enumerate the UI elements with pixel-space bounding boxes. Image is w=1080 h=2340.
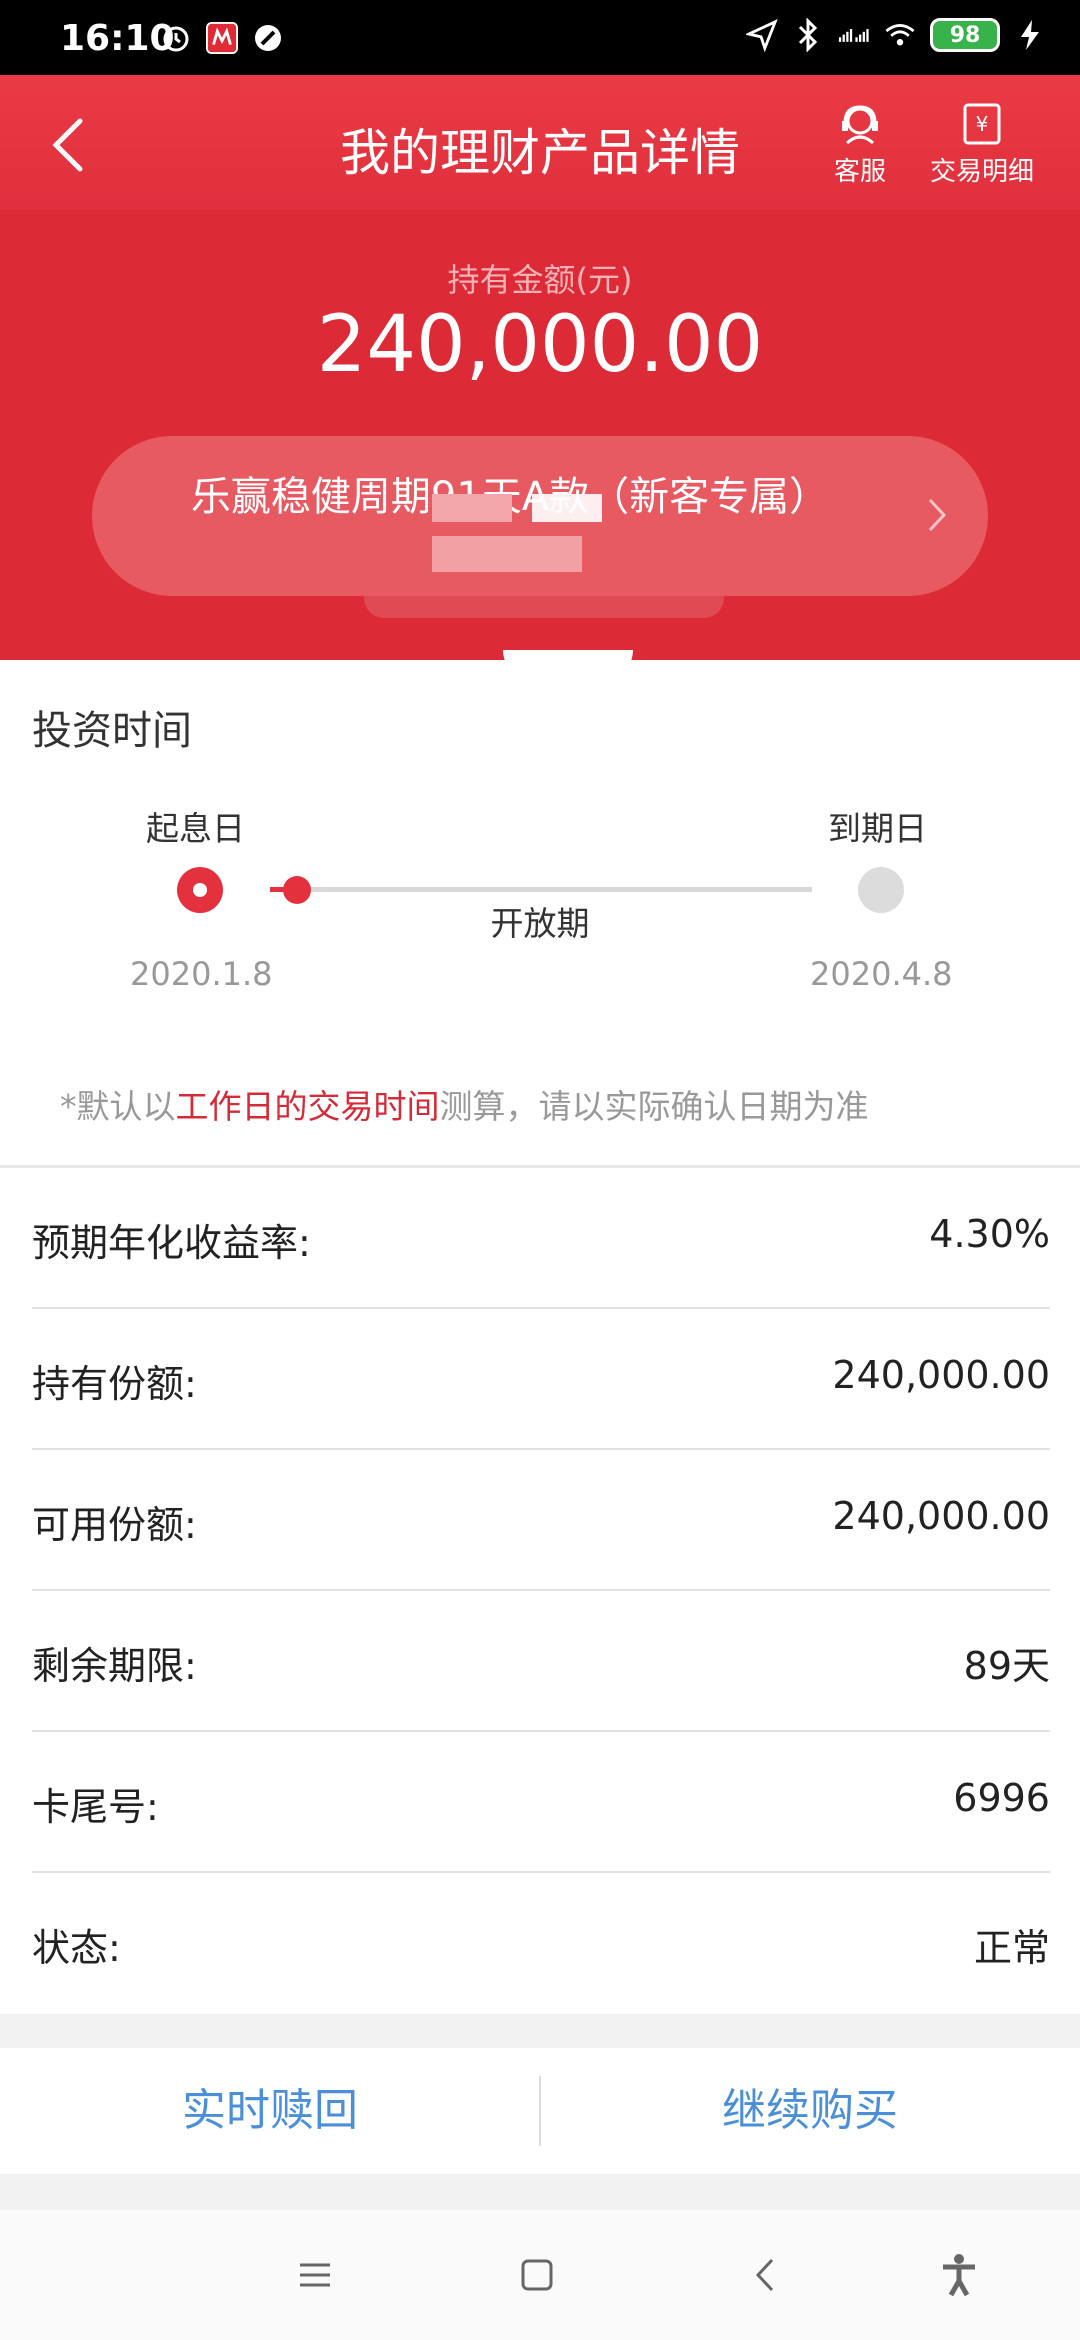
location-icon: [746, 19, 778, 52]
receipt-icon: ¥: [963, 103, 1001, 145]
customer-service-button[interactable]: 客服: [834, 101, 886, 188]
phase-label: 开放期: [490, 904, 590, 943]
bluetooth-icon: [792, 18, 824, 52]
detail-row-card-tail: 卡尾号: 6996: [32, 1732, 1050, 1873]
buy-more-button[interactable]: 继续购买: [540, 2048, 1080, 2174]
alarm-icon: [160, 22, 192, 54]
detail-value: 正常: [973, 1926, 1050, 1970]
charging-icon: [1014, 19, 1046, 51]
end-date: 2020.4.8: [810, 955, 953, 993]
start-date-label: 起息日: [146, 809, 245, 848]
detail-label: 状态:: [32, 1926, 121, 1970]
note-suffix: 测算，请以实际确认日期为准: [439, 1087, 869, 1126]
redaction-block: [532, 494, 602, 522]
holding-summary: 持有金额(元) 240,000.00 乐赢稳健周期91天A款（新客专属）: [0, 210, 1080, 660]
home-icon[interactable]: [512, 2250, 562, 2300]
detail-label: 剩余期限:: [32, 1644, 197, 1688]
chevron-right-icon: [922, 490, 952, 544]
detail-row-status: 状态: 正常: [32, 1873, 1050, 2014]
note-highlight: 工作日的交易时间: [175, 1087, 440, 1126]
section-notch: [503, 650, 633, 660]
detail-value: 240,000.00: [832, 1353, 1050, 1397]
detail-label: 预期年化收益率:: [32, 1221, 311, 1265]
detail-value: 6996: [953, 1776, 1050, 1820]
status-time: 16:10: [60, 18, 175, 59]
transaction-details-button[interactable]: ¥ 交易明细: [930, 101, 1034, 188]
battery-icon: 98: [930, 18, 1000, 52]
headset-icon: [842, 105, 878, 145]
redaction-block: [432, 494, 512, 522]
redeem-button[interactable]: 实时赎回: [0, 2048, 540, 2174]
back-nav-icon[interactable]: [740, 2250, 790, 2300]
app-badge-icon: [206, 22, 238, 54]
redaction-block: [432, 536, 582, 572]
end-date-label: 到期日: [828, 809, 927, 848]
detail-value: 4.30%: [929, 1212, 1050, 1256]
dnd-icon: [252, 22, 284, 54]
holding-amount-label: 持有金额(元): [447, 261, 633, 299]
detail-label: 持有份额:: [32, 1362, 197, 1406]
detail-value: 89天: [963, 1644, 1050, 1688]
timeline-track: [270, 887, 812, 892]
date-note: *默认以工作日的交易时间测算，请以实际确认日期为准: [60, 1080, 869, 1128]
product-card[interactable]: 乐赢稳健周期91天A款（新客专属）: [92, 436, 988, 596]
detail-label: 卡尾号:: [32, 1785, 159, 1829]
product-details-list: 预期年化收益率: 4.30% 持有份额: 240,000.00 可用份额: 24…: [0, 1168, 1080, 2014]
detail-row-available-shares: 可用份额: 240,000.00: [32, 1450, 1050, 1591]
detail-row-expected-yield: 预期年化收益率: 4.30%: [32, 1168, 1050, 1309]
start-date: 2020.1.8: [130, 955, 273, 993]
page-title: 我的理财产品详情: [340, 124, 740, 182]
accessibility-icon[interactable]: [934, 2250, 984, 2300]
status-bar: 16:10 98: [0, 0, 1080, 75]
svg-text:¥: ¥: [976, 112, 989, 136]
note-prefix: *默认以: [60, 1087, 176, 1126]
signal-icon: [838, 19, 870, 51]
investment-time-card: 投资时间 起息日 到期日 开放期 2020.1.8 2020.4.8 *默认以工…: [0, 660, 1080, 1165]
detail-value: 240,000.00: [832, 1494, 1050, 1538]
transaction-details-label: 交易明细: [930, 157, 1035, 187]
customer-service-label: 客服: [834, 157, 887, 187]
system-nav-bar: [0, 2210, 1080, 2340]
section-title: 投资时间: [32, 708, 192, 754]
menu-icon[interactable]: [290, 2250, 340, 2300]
detail-label: 可用份额:: [32, 1503, 197, 1547]
holding-amount: 240,000.00: [316, 300, 764, 390]
detail-row-holding-shares: 持有份额: 240,000.00: [32, 1309, 1050, 1450]
wifi-icon: [884, 19, 916, 51]
header-bar: 我的理财产品详情 客服 ¥ 交易明细: [0, 75, 1080, 210]
action-bar: 实时赎回 继续购买: [0, 2048, 1080, 2174]
detail-row-remaining-term: 剩余期限: 89天: [32, 1591, 1050, 1732]
